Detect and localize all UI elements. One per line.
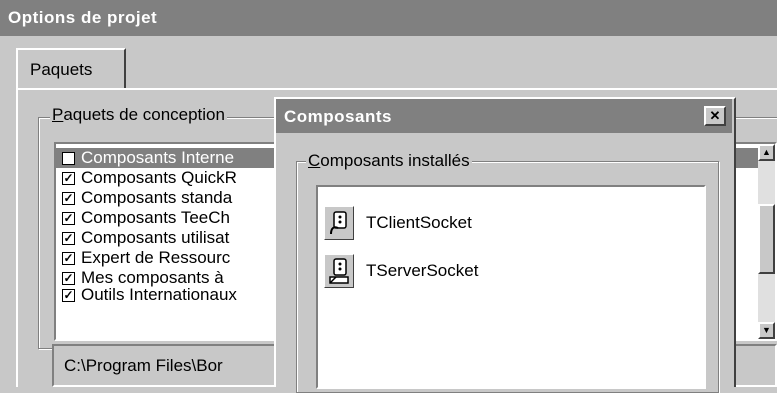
packages-scrollbar[interactable]: ▲ ▼ [758,144,775,339]
checkbox-checked-icon[interactable]: ✓ [62,171,75,185]
server-socket-icon [324,254,354,288]
package-path-text: C:\Program Files\Bor [64,356,223,375]
main-window-title: Options de projet [8,8,158,27]
arrow-down-icon: ▼ [762,325,771,335]
scroll-down-button[interactable]: ▼ [758,322,775,339]
component-item-tclientsocket[interactable]: TClientSocket [324,201,472,245]
scroll-thumb[interactable] [758,204,775,274]
component-label: TClientSocket [366,213,472,232]
components-dialog: Composants ✕ Composants installés TClien… [274,97,736,393]
package-item[interactable]: ✓ Composants QuickR [62,168,237,188]
design-packages-group-label: Paquets de conception [50,105,227,125]
checkbox-checked-icon[interactable]: ✓ [62,251,75,265]
package-item[interactable]: ✓ Outils Internationaux [62,288,237,302]
components-dialog-title: Composants [284,107,392,126]
tab-paquets-label: Paquets [30,60,93,79]
package-item[interactable]: ✓ Composants utilisat [62,228,229,248]
checkbox-checked-icon[interactable]: ✓ [62,271,75,285]
package-item[interactable]: ✓ Mes composants à [62,268,224,288]
checkbox-checked-icon[interactable]: ✓ [62,288,75,302]
package-item[interactable]: ✓ Composants Interne [62,148,234,168]
component-item-tserversocket[interactable]: TServerSocket [324,249,478,293]
main-window-titlebar: Options de projet [0,0,777,36]
checkbox-checked-icon[interactable]: ✓ [62,231,75,245]
checkbox-checked-icon[interactable]: ✓ [62,191,75,205]
close-icon: ✕ [709,108,721,123]
components-dialog-titlebar: Composants ✕ [276,99,732,133]
installed-components-list[interactable]: TClientSocket TServerSocket [316,185,706,389]
client-socket-icon [324,206,354,240]
installed-components-group-label: Composants installés [306,151,472,171]
scroll-up-button[interactable]: ▲ [758,144,775,161]
tab-paquets[interactable]: Paquets [16,48,126,90]
package-item[interactable]: ✓ Composants TeeCh [62,208,230,228]
close-button[interactable]: ✕ [704,106,726,126]
package-item[interactable]: ✓ Expert de Ressourc [62,248,230,268]
checkbox-checked-icon[interactable]: ✓ [62,211,75,225]
checkbox-checked-icon[interactable]: ✓ [62,151,75,165]
package-item[interactable]: ✓ Composants standa [62,188,232,208]
component-label: TServerSocket [366,261,479,280]
arrow-up-icon: ▲ [762,147,771,157]
